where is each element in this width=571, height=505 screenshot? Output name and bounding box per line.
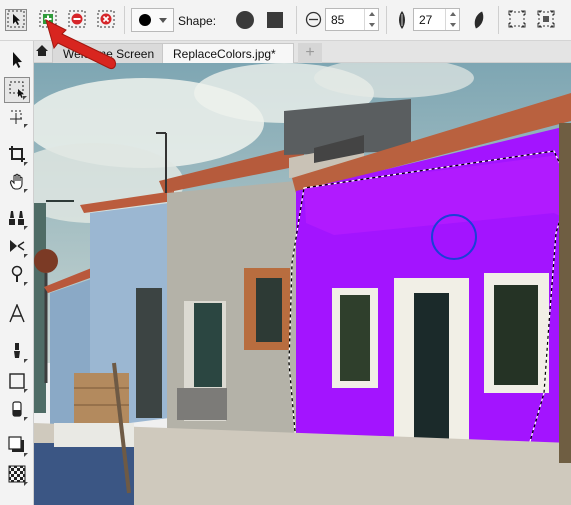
rectangle-shape-tool[interactable] xyxy=(4,369,30,395)
square-shape-button[interactable] xyxy=(263,8,287,32)
round-shape-button[interactable] xyxy=(233,8,257,32)
size-increase-button[interactable] xyxy=(365,9,378,20)
size-spinbox[interactable]: 85 xyxy=(325,8,379,31)
mask-marquee-icon xyxy=(508,10,526,31)
pan-tool[interactable] xyxy=(4,169,30,195)
photo-paint-window: Shape: 85 27 Welcome Screen ReplaceColor… xyxy=(0,0,571,505)
chevron-down-icon xyxy=(449,22,456,27)
chevron-down-icon xyxy=(368,22,375,27)
brush-tool[interactable] xyxy=(4,234,30,260)
invert-mask-button[interactable] xyxy=(535,9,557,31)
nib-flatten-icon xyxy=(473,10,485,33)
angle-decrease-button[interactable] xyxy=(446,20,459,31)
paint-tool[interactable] xyxy=(4,339,30,365)
flyout-indicator xyxy=(24,282,28,286)
size-icon xyxy=(305,11,322,31)
separator xyxy=(498,6,499,34)
blue-boat xyxy=(34,443,134,505)
nib-angle-icon xyxy=(396,10,408,33)
flyout-indicator xyxy=(24,124,28,128)
toolbox xyxy=(0,41,34,505)
annotation-arrow xyxy=(45,19,117,70)
flyout-indicator xyxy=(24,162,28,166)
new-tab-button[interactable]: + xyxy=(298,43,322,63)
drop-shadow-tool[interactable] xyxy=(4,433,30,459)
freehand-mask-tool[interactable] xyxy=(4,104,30,130)
house-photo xyxy=(34,63,571,505)
pointer-selection-icon xyxy=(7,10,25,31)
invert-mask-icon xyxy=(537,10,555,31)
angle-spinbox[interactable]: 27 xyxy=(413,8,460,31)
eraser-tool[interactable] xyxy=(4,397,30,423)
clone-tool[interactable] xyxy=(4,206,30,232)
size-decrease-button[interactable] xyxy=(365,20,378,31)
shape-label: Shape: xyxy=(178,14,217,28)
tab-label: ReplaceColors.jpg* xyxy=(173,47,276,61)
flyout-indicator xyxy=(23,96,27,100)
normal-mode-button[interactable] xyxy=(5,9,27,31)
eraser-tool-icon xyxy=(9,400,25,421)
rectangle-mask-tool[interactable] xyxy=(4,77,30,103)
angle-value: 27 xyxy=(419,12,433,27)
flyout-indicator xyxy=(24,453,28,457)
square-nib-icon xyxy=(267,12,283,28)
flyout-indicator xyxy=(24,189,28,193)
chevron-down-icon xyxy=(158,17,167,23)
flyout-indicator xyxy=(24,389,28,393)
separator xyxy=(296,6,297,34)
color-dropdown[interactable] xyxy=(131,8,174,32)
eyedropper-tool-icon xyxy=(9,265,25,286)
crop-tool[interactable] xyxy=(4,142,30,168)
paint-tool-icon xyxy=(9,342,25,363)
flyout-indicator xyxy=(24,226,28,230)
transparency-tool[interactable] xyxy=(4,462,30,488)
mask-marquee-button[interactable] xyxy=(506,9,528,31)
size-value: 85 xyxy=(331,12,345,27)
plus-icon: + xyxy=(305,44,315,61)
separator xyxy=(386,6,387,34)
pick-tool[interactable] xyxy=(4,48,30,74)
angle-increase-button[interactable] xyxy=(446,9,459,20)
eyedropper-tool[interactable] xyxy=(4,262,30,288)
black-circle-swatch-icon xyxy=(138,14,151,26)
text-tool[interactable] xyxy=(4,302,30,328)
chevron-up-icon xyxy=(368,12,375,17)
text-tool-icon xyxy=(8,302,26,327)
tab-replacecolors[interactable]: ReplaceColors.jpg* xyxy=(162,43,294,63)
round-nib-icon xyxy=(236,11,254,29)
flyout-indicator xyxy=(24,254,28,258)
flyout-indicator xyxy=(24,417,28,421)
pick-tool-icon xyxy=(9,51,25,72)
chevron-up-icon xyxy=(449,12,456,17)
document-canvas[interactable] xyxy=(34,63,571,505)
lamp xyxy=(34,249,58,273)
flyout-indicator xyxy=(24,482,28,486)
flyout-indicator xyxy=(24,359,28,363)
